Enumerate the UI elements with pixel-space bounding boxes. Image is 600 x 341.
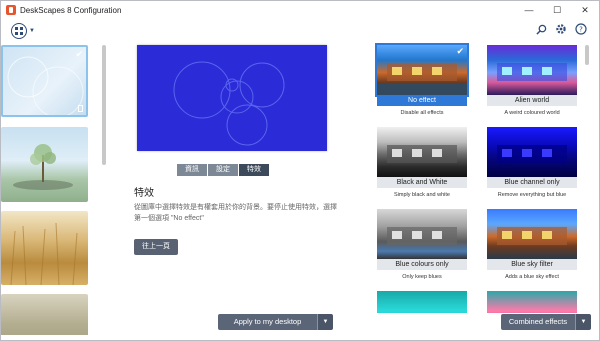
- effect-label: Black and White: [377, 177, 467, 188]
- tab-effects[interactable]: 特效: [239, 164, 270, 176]
- section-title: 特效: [134, 188, 154, 199]
- effect-description: Simply black and white: [394, 192, 450, 198]
- effect-item-partial[interactable]: [487, 291, 577, 313]
- svg-text:?: ?: [579, 26, 583, 34]
- background-list: ✔: [1, 45, 97, 335]
- background-thumb[interactable]: ✔: [1, 45, 88, 117]
- left-scrollbar[interactable]: [102, 45, 106, 165]
- effect-thumbnail: [487, 127, 577, 177]
- background-thumb[interactable]: [1, 294, 88, 335]
- effect-item-alien-world[interactable]: Alien world A weird coloured world: [487, 45, 577, 116]
- gear-icon[interactable]: [555, 23, 567, 35]
- effects-scrollbar[interactable]: [585, 45, 589, 65]
- window-title: DeskScapes 8 Configuration: [20, 5, 122, 15]
- apply-dropdown-chevron-icon[interactable]: ▼: [317, 314, 333, 330]
- view-menu[interactable]: ▼: [11, 23, 35, 39]
- tab-info[interactable]: 資訊: [177, 164, 208, 176]
- effect-thumbnail: [377, 209, 467, 259]
- effect-item-no-effect[interactable]: ✔ No effect Disable all effects: [375, 43, 469, 116]
- section-description: 從圖庫中選擇特效是有權套用於你的背景。要停止使用特效，選擇第一個選項 "No e…: [134, 204, 337, 222]
- close-button[interactable]: ✕: [571, 1, 599, 19]
- app-logo-icon: [6, 5, 16, 15]
- background-thumb[interactable]: [1, 127, 88, 202]
- effect-thumbnail: ✔: [375, 43, 469, 97]
- effect-item-blue-sky-filter[interactable]: Blue sky filter Adds a blue sky effect: [487, 209, 577, 280]
- chevron-down-icon[interactable]: ▼: [29, 28, 35, 34]
- view-grid-icon[interactable]: [11, 23, 27, 39]
- app-window: DeskScapes 8 Configuration — ☐ ✕ ▼ ? ✔ 資…: [0, 0, 600, 341]
- tab-settings[interactable]: 設定: [208, 164, 239, 176]
- background-thumb[interactable]: [1, 211, 88, 285]
- combined-dropdown-chevron-icon[interactable]: ▼: [575, 314, 591, 330]
- apply-to-desktop-button[interactable]: Apply to my desktop: [218, 314, 317, 330]
- minimize-button[interactable]: —: [515, 1, 543, 19]
- effect-label: Blue channel only: [487, 177, 577, 188]
- effect-thumbnail: [487, 45, 577, 95]
- effect-label: Blue sky filter: [487, 259, 577, 270]
- effect-thumbnail: [487, 209, 577, 259]
- effect-item-blue-channel-only[interactable]: Blue channel only Remove everything but …: [487, 127, 577, 198]
- wallpaper-preview: [137, 45, 327, 151]
- apply-button-group: Apply to my desktop ▼: [218, 314, 333, 330]
- check-icon: ✔: [456, 46, 464, 56]
- effect-thumbnail: [377, 127, 467, 177]
- maximize-button[interactable]: ☐: [543, 1, 571, 19]
- title-bar: DeskScapes 8 Configuration — ☐ ✕: [1, 1, 599, 19]
- detail-tabs: 資訊 設定 特效: [177, 164, 270, 176]
- effect-description: Adds a blue sky effect: [505, 274, 559, 280]
- effect-description: Remove everything but blue: [497, 192, 567, 198]
- back-button[interactable]: 往上一頁: [134, 239, 178, 255]
- effect-description: Disable all effects: [400, 110, 444, 116]
- effect-label: Alien world: [487, 95, 577, 106]
- search-icon[interactable]: [535, 23, 547, 35]
- effect-label: No effect: [377, 95, 467, 106]
- video-icon: [78, 105, 83, 112]
- effect-description: A weird coloured world: [504, 110, 560, 116]
- effects-grid: ✔ No effect Disable all effects Alien wo…: [374, 43, 586, 313]
- combined-effects-button-group: Combined effects ▼: [501, 314, 591, 330]
- check-icon: ✔: [75, 49, 83, 59]
- effect-description: Only keep blues: [402, 274, 442, 280]
- effect-item-blue-colours-only[interactable]: Blue colours only Only keep blues: [377, 209, 467, 280]
- effect-item-partial[interactable]: [377, 291, 467, 313]
- effect-thumbnail: [487, 291, 577, 313]
- effect-thumbnail: [377, 291, 467, 313]
- toolbar-actions: ?: [535, 23, 587, 35]
- effect-label: Blue colours only: [377, 259, 467, 270]
- help-icon[interactable]: ?: [575, 23, 587, 35]
- effect-item-black-and-white[interactable]: Black and White Simply black and white: [377, 127, 467, 198]
- window-controls: — ☐ ✕: [515, 1, 599, 19]
- combined-effects-button[interactable]: Combined effects: [501, 314, 575, 330]
